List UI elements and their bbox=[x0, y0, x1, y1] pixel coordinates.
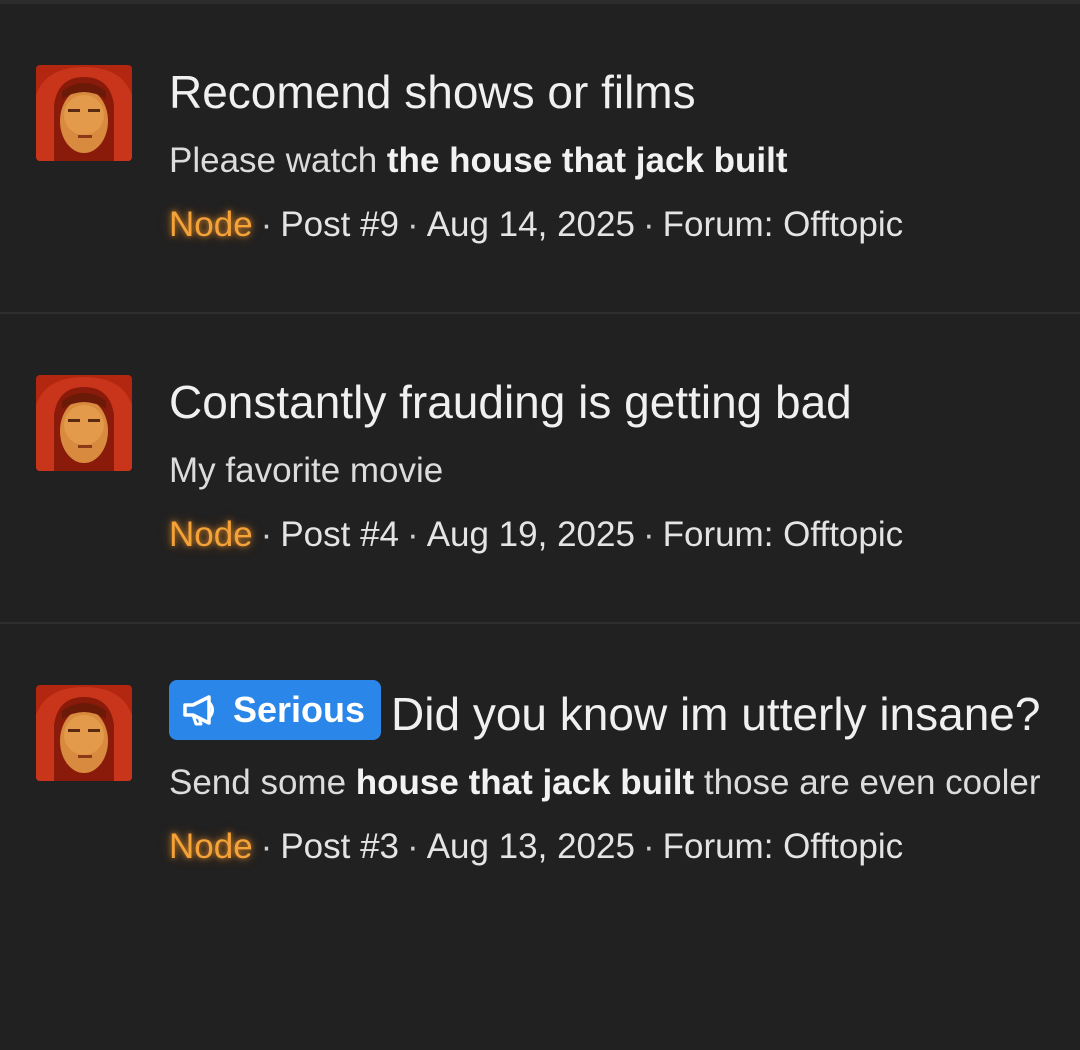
username-link[interactable]: Node bbox=[169, 515, 253, 554]
forum-link[interactable]: Forum: Offtopic bbox=[663, 827, 904, 866]
username-link[interactable]: Node bbox=[169, 827, 253, 866]
post-number[interactable]: Post #9 bbox=[280, 205, 399, 244]
prefix-badge-serious[interactable]: Serious bbox=[169, 680, 382, 740]
search-result: Serious Did you know im utterly insane? S… bbox=[0, 624, 1080, 1050]
search-result: Recomend shows or films Please watch the… bbox=[0, 4, 1080, 314]
avatar-image bbox=[36, 375, 132, 471]
thread-title[interactable]: Serious Did you know im utterly insane? bbox=[169, 680, 1049, 746]
user-avatar[interactable] bbox=[36, 65, 132, 161]
post-snippet: Send some house that jack built those ar… bbox=[169, 763, 1041, 802]
megaphone-icon bbox=[183, 694, 219, 726]
post-date: Aug 14, 2025 bbox=[426, 205, 635, 244]
forum-link[interactable]: Forum: Offtopic bbox=[663, 205, 904, 244]
post-snippet: Please watch the house that jack built bbox=[169, 141, 788, 180]
user-avatar[interactable] bbox=[36, 375, 132, 471]
thread-title[interactable]: Recomend shows or films bbox=[169, 60, 1049, 124]
forum-link[interactable]: Forum: Offtopic bbox=[663, 515, 904, 554]
user-avatar[interactable] bbox=[36, 685, 132, 781]
post-snippet: My favorite movie bbox=[169, 451, 444, 490]
post-number[interactable]: Post #4 bbox=[280, 515, 399, 554]
post-meta: Node · Post #4 · Aug 19, 2025 · Forum: Offtopi… bbox=[169, 515, 904, 554]
post-date: Aug 13, 2025 bbox=[426, 827, 635, 866]
post-meta: Node · Post #9 · Aug 14, 2025 · Forum: Offtopi… bbox=[169, 205, 904, 244]
search-result: Constantly frauding is getting bad My fa… bbox=[0, 314, 1080, 624]
post-date: Aug 19, 2025 bbox=[426, 515, 635, 554]
username-link[interactable]: Node bbox=[169, 205, 253, 244]
thread-title[interactable]: Constantly frauding is getting bad bbox=[169, 370, 1049, 434]
post-number[interactable]: Post #3 bbox=[280, 827, 399, 866]
avatar-image bbox=[36, 685, 132, 781]
post-meta: Node · Post #3 · Aug 13, 2025 · Forum: Offtopi… bbox=[169, 827, 904, 866]
avatar-image bbox=[36, 65, 132, 161]
